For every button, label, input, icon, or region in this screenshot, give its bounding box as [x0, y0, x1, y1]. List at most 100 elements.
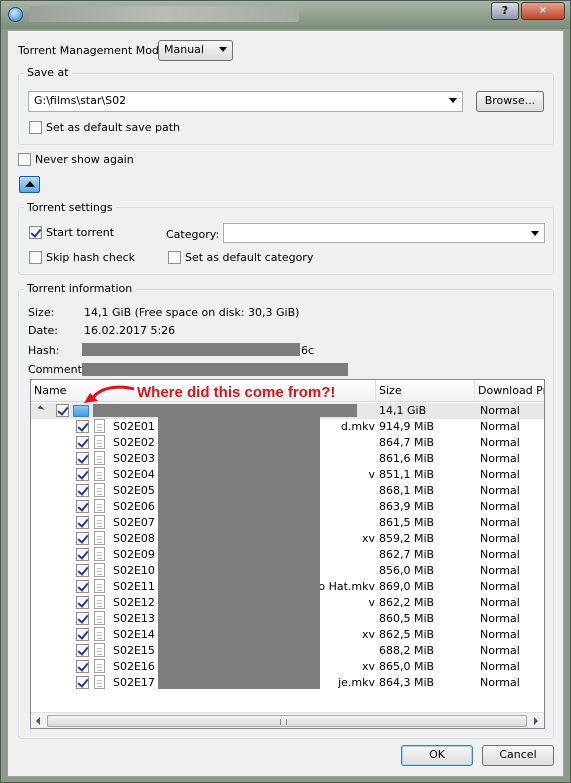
file-icon [94, 563, 105, 577]
file-size: 863,9 MiB [379, 500, 435, 513]
file-checkbox[interactable] [76, 676, 89, 689]
file-icon [94, 643, 105, 657]
start-torrent-checkbox[interactable] [29, 226, 42, 239]
file-priority[interactable]: Normal [480, 644, 520, 657]
file-size: 856,0 MiB [379, 564, 435, 577]
horizontal-scrollbar[interactable] [31, 712, 544, 728]
file-icon [94, 611, 105, 625]
category-combo[interactable] [223, 223, 545, 243]
default-category-label: Set as default category [185, 251, 314, 264]
file-priority[interactable]: Normal [480, 468, 520, 481]
file-checkbox[interactable] [76, 436, 89, 449]
size-label: Size: [28, 306, 55, 319]
file-priority[interactable]: Normal [480, 564, 520, 577]
file-name: S02E14 [113, 628, 155, 641]
scroll-left-icon[interactable] [36, 717, 40, 725]
file-name: S02E08 [113, 532, 155, 545]
file-name-tail: v [368, 468, 375, 481]
file-tree[interactable]: Name Size Download Prio 14,1 GiB Normal … [30, 379, 545, 729]
file-checkbox[interactable] [76, 628, 89, 641]
scroll-right-icon[interactable] [534, 717, 538, 725]
browse-button[interactable]: Browse... [476, 91, 544, 112]
file-name: S02E17 [113, 676, 155, 689]
date-label: Date: [28, 324, 58, 337]
root-size: 14,1 GiB [379, 404, 427, 417]
cancel-button[interactable]: Cancel [482, 745, 554, 766]
default-save-path-label: Set as default save path [46, 121, 180, 134]
file-priority[interactable]: Normal [480, 500, 520, 513]
grip-icon [280, 719, 287, 725]
category-label: Category: [166, 228, 220, 241]
file-name-tail: je.mkv [338, 676, 375, 689]
torrent-settings-title: Torrent settings [24, 201, 116, 214]
file-priority[interactable]: Normal [480, 596, 520, 609]
chevron-down-icon [449, 98, 457, 103]
file-checkbox[interactable] [76, 660, 89, 673]
file-checkbox[interactable] [76, 612, 89, 625]
file-checkbox[interactable] [76, 420, 89, 433]
column-separator[interactable] [375, 380, 376, 402]
file-checkbox[interactable] [76, 580, 89, 593]
collapse-button[interactable] [19, 176, 40, 193]
save-path-combo[interactable]: G:\films\star\S02 [28, 91, 463, 112]
app-icon [8, 7, 23, 22]
file-checkbox[interactable] [76, 564, 89, 577]
file-name: S02E02 [113, 436, 155, 449]
never-show-label: Never show again [35, 153, 134, 166]
file-priority[interactable]: Normal [480, 660, 520, 673]
file-checkbox[interactable] [76, 644, 89, 657]
file-name: S02E10 [113, 564, 155, 577]
column-size[interactable]: Size [379, 384, 402, 397]
file-checkbox[interactable] [76, 484, 89, 497]
file-checkbox[interactable] [76, 516, 89, 529]
file-name-tail: xv [361, 628, 375, 641]
root-priority[interactable]: Normal [480, 404, 520, 417]
file-icon [94, 547, 105, 561]
file-priority[interactable]: Normal [480, 452, 520, 465]
redacted-comment-link[interactable] [82, 363, 348, 376]
file-checkbox[interactable] [76, 452, 89, 465]
file-priority[interactable]: Normal [480, 612, 520, 625]
file-name-tail: d.mkv [340, 420, 375, 433]
file-priority[interactable]: Normal [480, 484, 520, 497]
column-separator[interactable] [474, 380, 475, 402]
hash-label: Hash: [28, 344, 60, 357]
file-priority[interactable]: Normal [480, 532, 520, 545]
file-checkbox[interactable] [76, 468, 89, 481]
management-mode-select[interactable]: Manual [158, 40, 233, 61]
title-bar[interactable]: ? ✕ [1, 1, 570, 29]
file-checkbox[interactable] [76, 500, 89, 513]
root-checkbox[interactable] [56, 404, 69, 417]
file-name: S02E06 [113, 500, 155, 513]
file-checkbox[interactable] [76, 532, 89, 545]
scrollbar-thumb[interactable] [47, 715, 527, 727]
help-button[interactable]: ? [491, 2, 519, 20]
file-priority[interactable]: Normal [480, 420, 520, 433]
column-name[interactable]: Name [34, 384, 66, 397]
ok-button[interactable]: OK [401, 745, 473, 766]
file-size: 864,3 MiB [379, 676, 435, 689]
never-show-checkbox[interactable] [18, 153, 31, 166]
file-priority[interactable]: Normal [480, 516, 520, 529]
chevron-down-icon [531, 231, 539, 236]
file-priority[interactable]: Normal [480, 628, 520, 641]
file-icon [94, 467, 105, 481]
file-size: 864,7 MiB [379, 436, 435, 449]
column-priority[interactable]: Download Prio [478, 384, 544, 397]
file-checkbox[interactable] [76, 596, 89, 609]
file-name: S02E09 [113, 548, 155, 561]
expand-arrow-icon[interactable] [37, 405, 45, 413]
file-priority[interactable]: Normal [480, 580, 520, 593]
default-category-checkbox[interactable] [168, 251, 181, 264]
chevron-down-icon [219, 47, 227, 52]
file-checkbox[interactable] [76, 548, 89, 561]
file-priority[interactable]: Normal [480, 676, 520, 689]
file-priority[interactable]: Normal [480, 548, 520, 561]
skip-hash-checkbox[interactable] [29, 251, 42, 264]
file-name-tail: o Hat.mkv [318, 580, 375, 593]
dialog-body: Torrent Management Mode: Manual Save at … [7, 30, 564, 777]
close-button[interactable]: ✕ [521, 2, 565, 20]
file-priority[interactable]: Normal [480, 436, 520, 449]
file-icon [94, 675, 105, 689]
default-save-path-checkbox[interactable] [29, 121, 42, 134]
